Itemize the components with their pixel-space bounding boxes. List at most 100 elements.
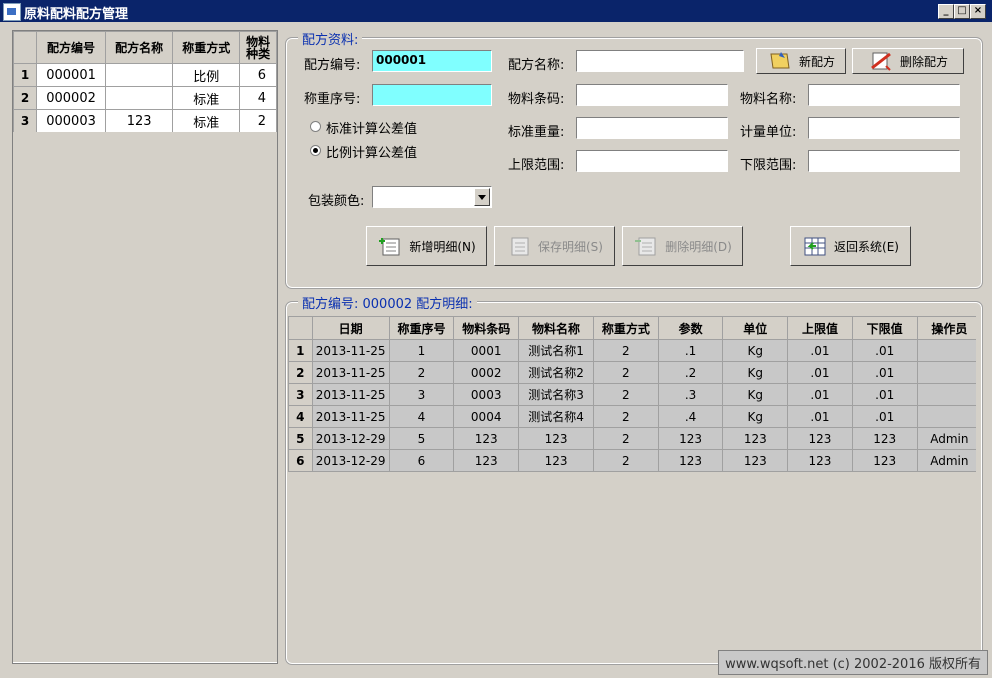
cell-upper[interactable]: 123 bbox=[787, 449, 853, 472]
cell-kinds[interactable]: 6 bbox=[239, 63, 277, 87]
cell-lower[interactable]: .01 bbox=[851, 383, 918, 406]
table-row[interactable]: 2 000002 标准 4 bbox=[13, 86, 277, 110]
cell-mode[interactable]: 2 bbox=[593, 383, 659, 406]
cell-code[interactable]: 000003 bbox=[35, 109, 107, 133]
cell-op[interactable] bbox=[916, 405, 976, 428]
cell-mode[interactable]: 2 bbox=[593, 427, 659, 450]
table-row[interactable]: 3 000003 123 标准 2 bbox=[13, 109, 277, 133]
weigh-seq-field[interactable] bbox=[372, 84, 492, 106]
cell-lower[interactable]: .01 bbox=[851, 361, 918, 384]
cell-unit[interactable]: 123 bbox=[722, 427, 789, 450]
cell-param[interactable]: .3 bbox=[657, 383, 724, 406]
cell-lower[interactable]: 123 bbox=[851, 427, 918, 450]
cell-unit[interactable]: Kg bbox=[722, 405, 789, 428]
chevron-down-icon[interactable] bbox=[474, 188, 490, 206]
upper-limit-field[interactable] bbox=[576, 150, 728, 172]
cell-barcode[interactable]: 0002 bbox=[453, 361, 520, 384]
cell-kinds[interactable]: 2 bbox=[239, 109, 277, 133]
recipe-code-field[interactable]: 000001 bbox=[372, 50, 492, 72]
cell-name[interactable]: 测试名称4 bbox=[518, 405, 595, 428]
cell-lower[interactable]: 123 bbox=[851, 449, 918, 472]
cell-seq[interactable]: 4 bbox=[388, 405, 455, 428]
pack-color-select[interactable] bbox=[372, 186, 492, 208]
cell-date[interactable]: 2013-11-25 bbox=[311, 339, 390, 362]
cell-op[interactable]: Admin bbox=[916, 449, 976, 472]
cell-seq[interactable]: 5 bbox=[388, 427, 455, 450]
cell-name[interactable]: 123 bbox=[518, 427, 595, 450]
cell-barcode[interactable]: 123 bbox=[453, 427, 520, 450]
cell-param[interactable]: .4 bbox=[657, 405, 724, 428]
add-detail-button[interactable]: 新增明细(N) bbox=[366, 226, 487, 266]
cell-name[interactable]: 123 bbox=[518, 449, 595, 472]
cell-unit[interactable]: Kg bbox=[722, 383, 789, 406]
radio-standard-tolerance[interactable] bbox=[310, 121, 321, 132]
cell-code[interactable]: 000002 bbox=[35, 86, 107, 110]
cell-date[interactable]: 2013-12-29 bbox=[311, 427, 390, 450]
cell-seq[interactable]: 3 bbox=[388, 383, 455, 406]
cell-name[interactable] bbox=[105, 63, 174, 87]
cell-date[interactable]: 2013-11-25 bbox=[311, 405, 390, 428]
cell-name[interactable]: 测试名称2 bbox=[518, 361, 595, 384]
delete-recipe-button[interactable]: 删除配方 bbox=[852, 48, 964, 74]
cell-unit[interactable]: Kg bbox=[722, 339, 789, 362]
cell-upper[interactable]: .01 bbox=[787, 339, 853, 362]
radio-ratio-tolerance[interactable] bbox=[310, 145, 321, 156]
cell-param[interactable]: .2 bbox=[657, 361, 724, 384]
table-row[interactable]: 5 2013-12-29 5 123 123 2 123 123 123 123 Admin bbox=[288, 427, 976, 450]
cell-param[interactable]: .1 bbox=[657, 339, 724, 362]
cell-unit[interactable]: Kg bbox=[722, 361, 789, 384]
table-row[interactable]: 6 2013-12-29 6 123 123 2 123 123 123 123 Admin bbox=[288, 449, 976, 472]
cell-upper[interactable]: 123 bbox=[787, 427, 853, 450]
material-name-field[interactable] bbox=[808, 84, 960, 106]
maximize-button[interactable]: □ bbox=[954, 4, 970, 19]
cell-name[interactable]: 测试名称1 bbox=[518, 339, 595, 362]
cell-code[interactable]: 000001 bbox=[35, 63, 107, 87]
lower-limit-field[interactable] bbox=[808, 150, 960, 172]
cell-mode[interactable]: 标准 bbox=[172, 86, 241, 110]
barcode-field[interactable] bbox=[576, 84, 728, 106]
cell-date[interactable]: 2013-11-25 bbox=[311, 361, 390, 384]
cell-param[interactable]: 123 bbox=[657, 449, 724, 472]
table-row[interactable]: 3 2013-11-25 3 0003 测试名称3 2.3 Kg .01.01 bbox=[288, 383, 976, 406]
cell-barcode[interactable]: 0004 bbox=[453, 405, 520, 428]
cell-mode[interactable]: 标准 bbox=[172, 109, 241, 133]
cell-param[interactable]: 123 bbox=[657, 427, 724, 450]
cell-seq[interactable]: 1 bbox=[388, 339, 455, 362]
delete-detail-button[interactable]: 删除明细(D) bbox=[622, 226, 743, 266]
cell-barcode[interactable]: 123 bbox=[453, 449, 520, 472]
cell-name[interactable]: 测试名称3 bbox=[518, 383, 595, 406]
cell-op[interactable] bbox=[916, 361, 976, 384]
close-button[interactable]: × bbox=[970, 4, 986, 19]
cell-barcode[interactable]: 0003 bbox=[453, 383, 520, 406]
cell-upper[interactable]: .01 bbox=[787, 405, 853, 428]
table-row[interactable]: 2 2013-11-25 2 0002 测试名称2 2.2 Kg .01.01 bbox=[288, 361, 976, 384]
cell-lower[interactable]: .01 bbox=[851, 405, 918, 428]
cell-mode[interactable]: 2 bbox=[593, 361, 659, 384]
detail-grid[interactable]: 日期 称重序号 物料条码 物料名称 称重方式 参数 单位 上限值 下限值 操作员… bbox=[288, 316, 976, 660]
table-row[interactable]: 1 2013-11-25 1 0001 测试名称1 2.1 Kg .01.01 bbox=[288, 339, 976, 362]
table-row[interactable]: 1 000001 比例 6 bbox=[13, 63, 277, 87]
cell-unit[interactable]: 123 bbox=[722, 449, 789, 472]
minimize-button[interactable]: _ bbox=[938, 4, 954, 19]
recipe-name-field[interactable] bbox=[576, 50, 744, 72]
table-row[interactable]: 4 2013-11-25 4 0004 测试名称4 2.4 Kg .01.01 bbox=[288, 405, 976, 428]
save-detail-button[interactable]: 保存明细(S) bbox=[494, 226, 615, 266]
cell-op[interactable] bbox=[916, 339, 976, 362]
unit-field[interactable] bbox=[808, 117, 960, 139]
recipe-grid[interactable]: 配方编号 配方名称 称重方式 物料 种类 1 000001 比例 6 2 000… bbox=[12, 30, 278, 664]
cell-seq[interactable]: 6 bbox=[388, 449, 455, 472]
new-recipe-button[interactable]: 新配方 bbox=[756, 48, 846, 74]
std-weight-field[interactable] bbox=[576, 117, 728, 139]
cell-mode[interactable]: 比例 bbox=[172, 63, 241, 87]
cell-mode[interactable]: 2 bbox=[593, 449, 659, 472]
return-system-button[interactable]: 返回系统(E) bbox=[790, 226, 911, 266]
cell-mode[interactable]: 2 bbox=[593, 405, 659, 428]
cell-seq[interactable]: 2 bbox=[388, 361, 455, 384]
cell-op[interactable] bbox=[916, 383, 976, 406]
cell-name[interactable]: 123 bbox=[105, 109, 174, 133]
cell-op[interactable]: Admin bbox=[916, 427, 976, 450]
cell-upper[interactable]: .01 bbox=[787, 361, 853, 384]
cell-name[interactable] bbox=[105, 86, 174, 110]
cell-mode[interactable]: 2 bbox=[593, 339, 659, 362]
cell-lower[interactable]: .01 bbox=[851, 339, 918, 362]
